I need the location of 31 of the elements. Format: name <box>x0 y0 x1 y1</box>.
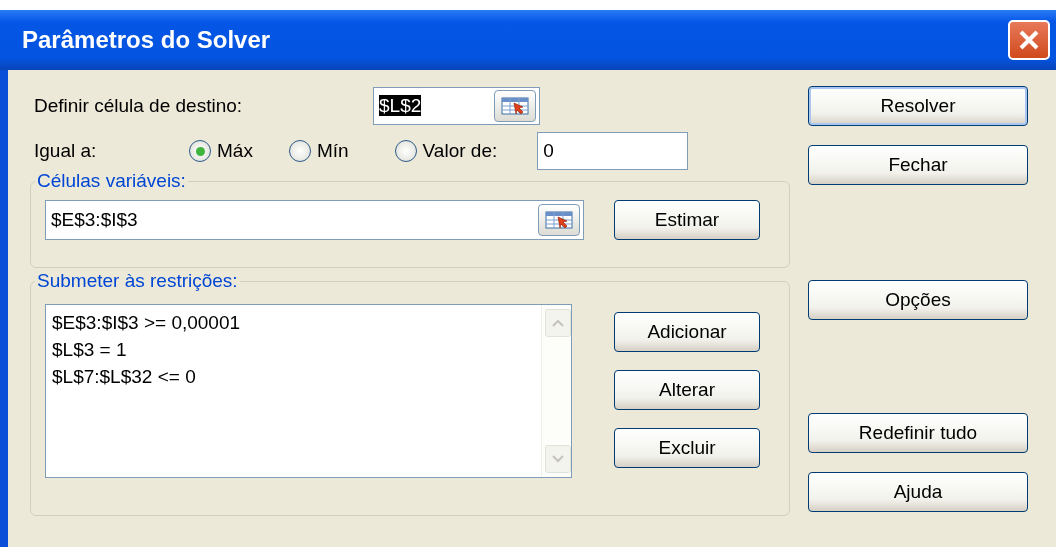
radio-option[interactable]: Valor de: <box>394 140 498 162</box>
group-legend: Células variáveis: <box>35 170 188 192</box>
close-icon <box>1017 28 1041 52</box>
constraint-button[interactable]: Alterar <box>614 370 760 410</box>
radio-option[interactable]: Mín <box>288 140 349 162</box>
range-picker-button[interactable] <box>494 90 536 122</box>
dialog-button[interactable]: Resolver <box>808 86 1028 126</box>
dialog-button[interactable]: Opções <box>808 280 1028 320</box>
dialog-button[interactable]: Fechar <box>808 145 1028 185</box>
window-title: Parâmetros do Solver <box>22 26 271 54</box>
constraint-item[interactable]: $E$3:$I$3 >= 0,00001 <box>52 309 535 336</box>
constraint-item[interactable]: $L$7:$L$32 <= 0 <box>52 363 535 390</box>
dialog-button[interactable]: Ajuda <box>808 472 1028 512</box>
close-button[interactable] <box>1008 20 1050 60</box>
range-picker-icon <box>545 210 573 230</box>
constraint-button[interactable]: Excluir <box>614 428 760 468</box>
dialog-button[interactable]: Redefinir tudo <box>808 413 1028 453</box>
radio-option[interactable]: Máx <box>189 140 253 162</box>
range-picker-button[interactable] <box>538 204 580 236</box>
range-picker-icon <box>501 96 529 116</box>
target-cell-value: $L$2 <box>379 95 422 116</box>
constraint-button[interactable]: Adicionar <box>614 312 760 352</box>
target-cell-label: Definir célula de destino: <box>34 95 244 117</box>
target-cell-field[interactable]: $L$2 <box>373 87 540 125</box>
constraint-item[interactable]: $L$3 = 1 <box>52 336 535 363</box>
group-legend: Submeter às restrições: <box>35 270 240 292</box>
estimate-button[interactable]: Estimar <box>614 200 760 240</box>
target-value-field[interactable]: 0 <box>537 132 689 170</box>
constraints-list[interactable]: $E$3:$I$3 >= 0,00001 $L$3 = 1 $L$7:$L$32 <= 0 <box>45 304 572 478</box>
variable-cells-field[interactable]: $E$3:$I$3 <box>45 200 584 240</box>
equal-to-label: Igual a: <box>34 140 98 162</box>
